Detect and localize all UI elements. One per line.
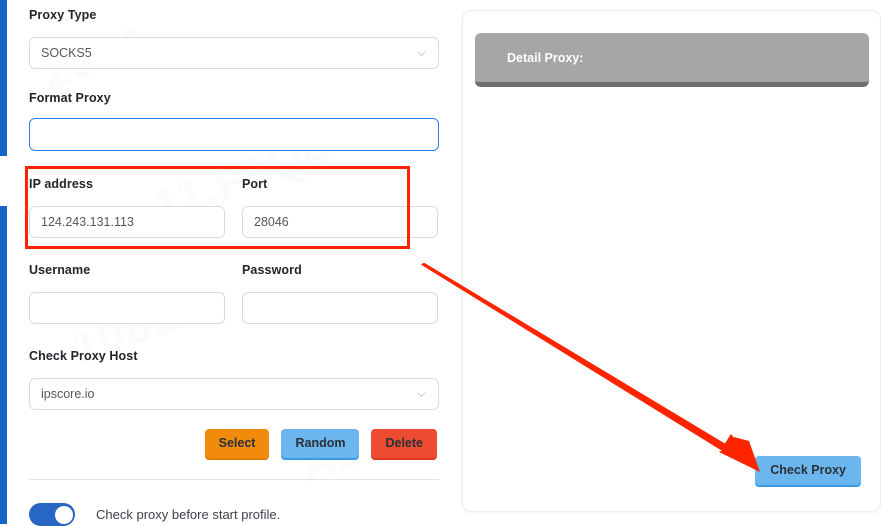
check-proxy-button[interactable]: Check Proxy [755, 456, 861, 485]
check-proxy-before-start-row: Check proxy before start profile. [29, 503, 280, 526]
check-proxy-before-start-toggle[interactable] [29, 503, 75, 526]
password-label: Password [242, 263, 302, 277]
check-proxy-host-value: ipscore.io [41, 387, 95, 401]
field-port: Port 28046 [242, 176, 438, 238]
detail-proxy-header-text: Detail Proxy: [507, 50, 584, 65]
format-proxy-label: Format Proxy [29, 91, 111, 105]
chevron-down-icon [416, 389, 427, 400]
chevron-down-icon [416, 48, 427, 59]
proxy-type-value: SOCKS5 [41, 46, 92, 60]
detail-proxy-header: Detail Proxy: [475, 33, 869, 87]
password-input[interactable] [242, 292, 438, 324]
ip-address-input[interactable]: 124.243.131.113 [29, 206, 225, 238]
delete-button[interactable]: Delete [371, 429, 437, 458]
username-label: Username [29, 263, 91, 277]
check-proxy-before-start-label: Check proxy before start profile. [96, 507, 281, 522]
app-root: 2024 11.F9Q4 10812 202 11.F9Q4 10812 A2 … [0, 0, 881, 526]
form-action-buttons: Select Random Delete [29, 429, 437, 458]
check-proxy-host-select[interactable]: ipscore.io [29, 378, 439, 410]
port-label: Port [242, 177, 268, 191]
port-value: 28046 [254, 215, 289, 229]
detail-proxy-panel: Detail Proxy: Check Proxy [462, 10, 881, 512]
field-proxy-type: Proxy Type SOCKS5 [29, 7, 439, 69]
random-button[interactable]: Random [281, 429, 360, 458]
sidebar-rail-bottom [0, 206, 7, 524]
field-username: Username [29, 262, 225, 324]
sidebar-rail-top [0, 0, 7, 156]
format-proxy-input[interactable] [29, 118, 439, 151]
ip-port-row: IP address 124.243.131.113 Port 28046 [29, 176, 439, 238]
field-ip-address: IP address 124.243.131.113 [29, 176, 225, 238]
field-format-proxy: Format Proxy [29, 90, 439, 151]
port-input[interactable]: 28046 [242, 206, 438, 238]
section-divider [29, 479, 439, 480]
field-check-proxy-host: Check Proxy Host ipscore.io [29, 348, 439, 410]
ip-address-value: 124.243.131.113 [41, 215, 134, 229]
proxy-type-label: Proxy Type [29, 8, 97, 22]
proxy-type-select[interactable]: SOCKS5 [29, 37, 439, 69]
field-password: Password [242, 262, 438, 324]
username-input[interactable] [29, 292, 225, 324]
select-button[interactable]: Select [204, 429, 270, 458]
toggle-knob [54, 505, 73, 524]
credentials-row: Username Password [29, 262, 439, 324]
ip-address-label: IP address [29, 177, 94, 191]
check-proxy-host-label: Check Proxy Host [29, 349, 138, 363]
